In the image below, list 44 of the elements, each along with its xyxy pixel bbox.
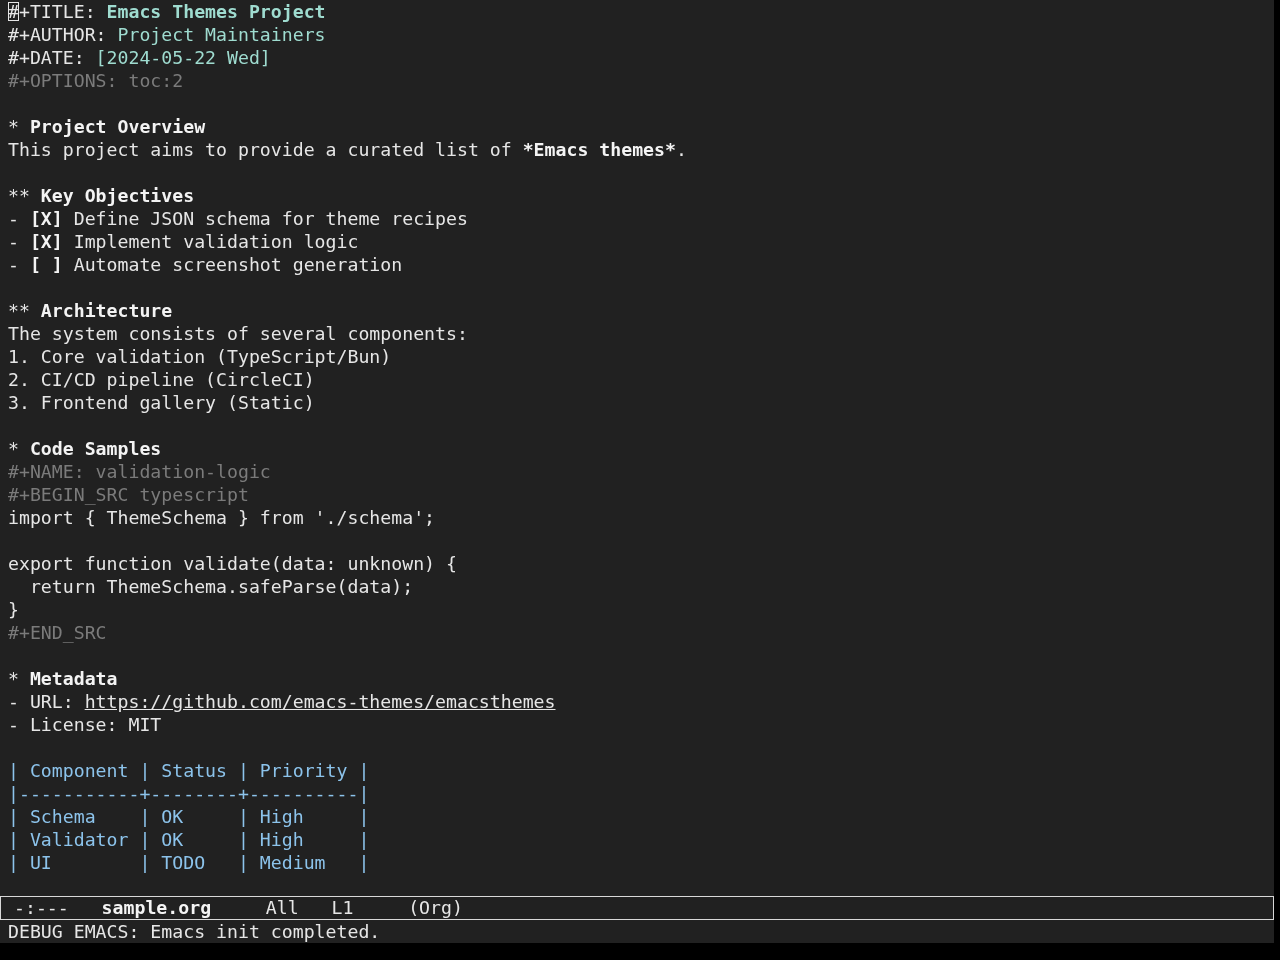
block-keyword: #+NAME: validation-logic — [8, 461, 271, 482]
section-heading: Project Overview — [29, 115, 206, 138]
keyword-value: [2024-05-22 Wed] — [95, 46, 271, 69]
table-rule: |-----------+--------+----------| — [8, 783, 370, 804]
keyword-value: toc:2 — [128, 69, 184, 92]
checklist-item: - [X] Implement validation logic — [8, 231, 359, 252]
block-keyword: #+BEGIN_SRC typescript — [8, 484, 249, 505]
major-mode: (Org) — [408, 897, 463, 919]
section-heading: Metadata — [29, 667, 118, 690]
numbered-item: 2. CI/CD pipeline (CircleCI) — [8, 369, 315, 390]
heading-marker: ** — [8, 184, 30, 207]
line-number: L1 — [331, 897, 354, 919]
keyword-label: #+OPTIONS: — [8, 69, 118, 92]
modified-status: -:--- — [14, 897, 69, 919]
numbered-item: 3. Frontend gallery (Static) — [8, 392, 315, 413]
table-row: | Component | Status | Priority | — [8, 760, 370, 781]
checklist-item: - [X] Define JSON schema for theme recipes — [8, 208, 468, 229]
list-label: - URL: — [8, 690, 74, 713]
block-keyword: #+END_SRC — [8, 622, 107, 643]
url-link[interactable]: https://github.com/emacs-themes/emacsthemes — [84, 690, 556, 713]
buffer-position: All — [265, 897, 299, 919]
heading-marker: * — [8, 667, 19, 690]
buffer-name: sample.org — [101, 897, 212, 919]
section-heading: Architecture — [40, 299, 173, 322]
table-row: | Schema | OK | High | — [8, 806, 370, 827]
paragraph: The system consists of several components: — [8, 323, 468, 344]
checklist-item: - [ ] Automate screenshot generation — [8, 254, 403, 275]
keyword-value: Emacs Themes Project — [106, 0, 326, 23]
numbered-item: 1. Core validation (TypeScript/Bun) — [8, 346, 392, 367]
list-label: - License: — [8, 713, 118, 736]
heading-marker: * — [8, 437, 19, 460]
keyword-label: #+AUTHOR: — [8, 23, 107, 46]
paragraph: This project aims to provide a curated list of *Emacs themes*. — [8, 139, 687, 160]
table-row: | UI | TODO | Medium | — [8, 852, 370, 873]
heading-marker: ** — [8, 299, 30, 322]
heading-marker: * — [8, 115, 19, 138]
list-value: MIT — [128, 713, 162, 736]
table-row: | Validator | OK | High | — [8, 829, 370, 850]
keyword-label: #+DATE: — [8, 46, 85, 69]
section-heading: Code Samples — [29, 437, 162, 460]
source-code-text: import { ThemeSchema } from './schema'; export function validate(data: unknown) { return ThemeSchema.safeParse(data); } — [8, 506, 457, 621]
echo-message: DEBUG EMACS: Emacs init completed. — [8, 921, 381, 942]
section-heading: Key Objectives — [40, 184, 195, 207]
keyword-value: Project Maintainers — [117, 23, 326, 46]
